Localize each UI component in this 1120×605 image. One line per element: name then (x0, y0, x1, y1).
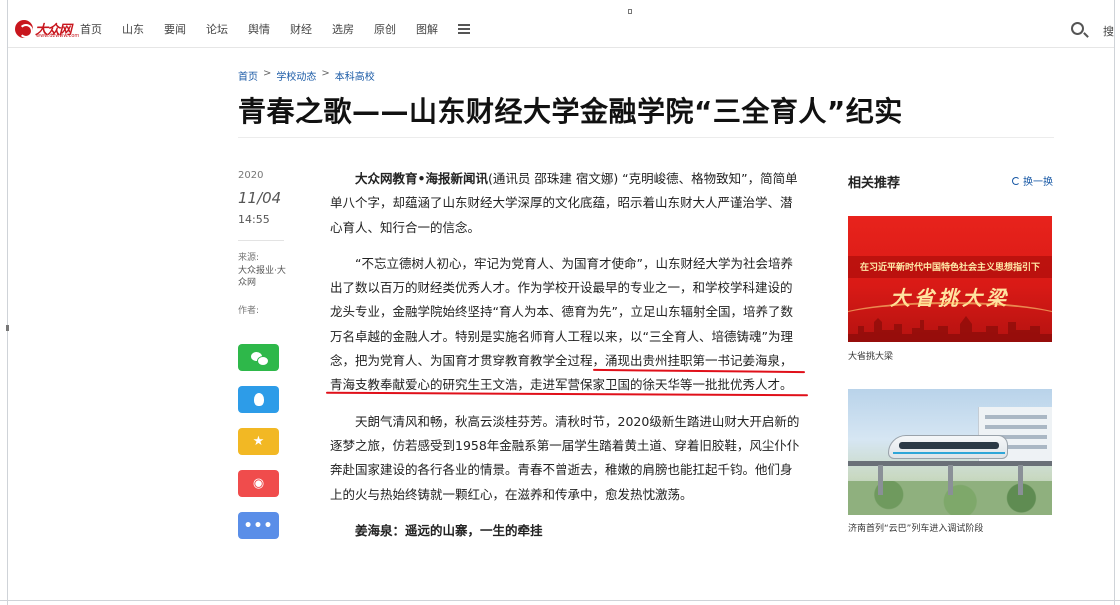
logo-subtext: www.dzwww.com (36, 33, 80, 39)
nav-item-shandong[interactable]: 山东 (122, 21, 144, 37)
nav-menu: 首页 山东 要闻 论坛 舆情 财经 选房 原创 图解 (80, 10, 470, 48)
refresh-label: 换一换 (1023, 177, 1053, 188)
rail-pillar (948, 465, 953, 495)
train-stripe (893, 452, 1005, 454)
author-label: 作者: (238, 306, 260, 316)
nav-item-infographic[interactable]: 图解 (416, 21, 438, 37)
window-frame-bottom (0, 600, 1120, 605)
publish-year: 2020 (238, 170, 264, 181)
nav-item-home[interactable]: 首页 (80, 21, 102, 37)
train-illustration (888, 435, 1008, 459)
search-label[interactable]: 搜 (1103, 23, 1114, 39)
refresh-icon (1012, 176, 1020, 185)
meta-divider (238, 240, 284, 241)
nav-item-original[interactable]: 原创 (374, 21, 396, 37)
favorite-icon: ★ (252, 434, 265, 449)
wechat-icon (250, 351, 269, 366)
share-weibo-button[interactable]: ◉ (238, 470, 279, 497)
breadcrumb-home[interactable]: 首页 (238, 68, 258, 83)
article-lead: 大众网教育•海报新闻讯 (355, 171, 488, 186)
share-favorite-button[interactable]: ★ (238, 428, 279, 455)
banner-headline: 在习近平新时代中国特色社会主义思想指引下 (859, 263, 1040, 273)
article-meta: 2020 11/04 14:55 来源: 大众报业·大众网 作者: (238, 170, 298, 316)
breadcrumb-school-news[interactable]: 学校动态 (276, 68, 316, 83)
related-card-caption[interactable]: 大省挑大梁 (848, 349, 893, 362)
page-title: 青春之歌——山东财经大学金融学院“三全育人”纪实 (238, 95, 903, 128)
nav-item-news[interactable]: 要闻 (164, 21, 186, 37)
share-qq-button[interactable] (238, 386, 279, 413)
source-label: 来源: (238, 253, 260, 263)
nav-item-finance[interactable]: 财经 (290, 21, 312, 37)
hamburger-menu-icon[interactable] (458, 24, 470, 34)
share-more-button[interactable]: ••• (238, 512, 279, 539)
rail-pillar (878, 465, 883, 495)
nav-item-forum[interactable]: 论坛 (206, 21, 228, 37)
share-wechat-button[interactable] (238, 344, 279, 371)
resize-handle-left[interactable] (6, 325, 9, 331)
related-title: 相关推荐 (848, 176, 901, 191)
more-icon: ••• (243, 517, 274, 534)
title-divider (238, 137, 1054, 138)
refresh-button[interactable]: 换一换 (1012, 173, 1053, 188)
skyline-illustration (848, 316, 1052, 342)
window-frame-left (0, 0, 8, 605)
breadcrumb: 首页 > 学校动态 > 本科高校 (238, 68, 375, 83)
breadcrumb-universities[interactable]: 本科高校 (335, 68, 375, 83)
nav-item-housing[interactable]: 选房 (332, 21, 354, 37)
source-value: 大众报业·大众网 (238, 266, 286, 288)
publish-time: 14:55 (238, 213, 270, 226)
qq-icon (253, 393, 264, 406)
site-logo[interactable]: 大众网 www.dzwww.com (15, 19, 79, 39)
article-paragraph: “不忘立德树人初心，牢记为党育人、为国育才使命”，山东财经大学为社会培养出了数以… (330, 255, 793, 393)
weibo-icon: ◉ (252, 476, 265, 491)
article-paragraph: 大众网教育•海报新闻讯(通讯员 邵珠建 宿文娜) “克明峻德、格物致知”，简简单… (330, 167, 800, 240)
breadcrumb-separator: > (321, 68, 330, 79)
nav-item-opinion[interactable]: 舆情 (248, 21, 270, 37)
window-frame-right (1114, 0, 1120, 605)
logo-globe-icon (15, 20, 33, 38)
related-card-caption[interactable]: 济南首列“云巴”列车进入调试阶段 (848, 521, 983, 534)
article-paragraph: 天朗气清风和畅，秋高云淡桂芬芳。清秋时节，2020级新生踏进山财大开启新的逐梦之… (330, 413, 800, 502)
article-subheading: 姜海泉：遥远的山寨，一生的牵挂 (355, 522, 543, 538)
search-icon[interactable] (1071, 22, 1084, 35)
train-window (899, 442, 999, 449)
article-body: 大众网教育•海报新闻讯(通讯员 邵珠建 宿文娜) “克明峻德、格物致知”，简简单… (330, 167, 800, 555)
rail-pillar (1018, 465, 1023, 495)
breadcrumb-separator: > (263, 68, 272, 79)
related-card-image[interactable] (848, 389, 1052, 515)
related-card-image[interactable]: 在习近平新时代中国特色社会主义思想指引下 大省挑大梁 (848, 216, 1052, 342)
top-navigation: 大众网 www.dzwww.com 首页 山东 要闻 论坛 舆情 财经 选房 原… (8, 10, 1114, 48)
publish-date: 11/04 (238, 189, 282, 207)
